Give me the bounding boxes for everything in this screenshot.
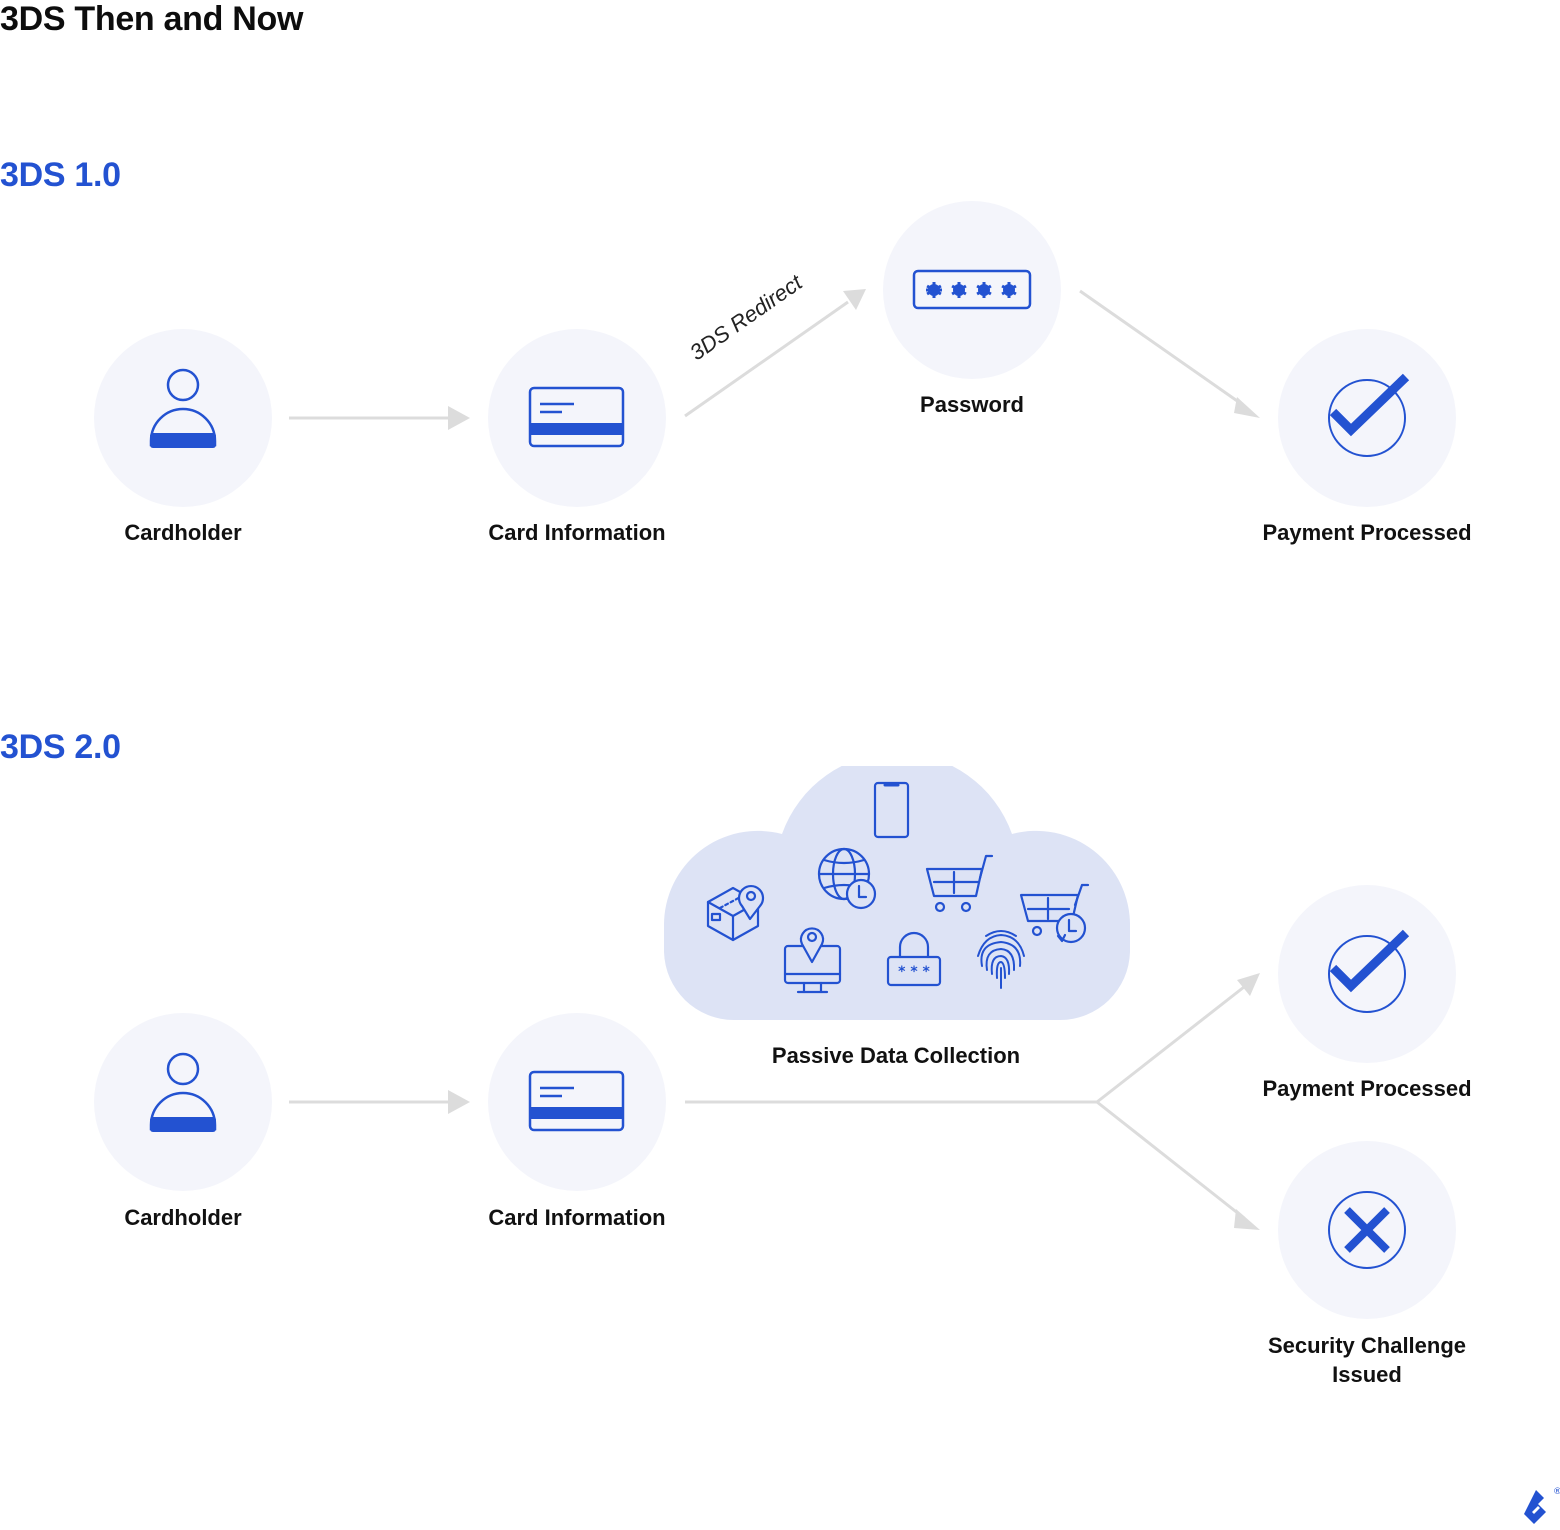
label-cardholder-v2: Cardholder [124, 1205, 242, 1230]
label-security-challenge: Security Challenge Issued [1217, 1331, 1517, 1389]
x-circle-icon [1328, 1191, 1406, 1269]
registered-mark: ® [1553, 1487, 1560, 1497]
node-security-challenge [1278, 1141, 1456, 1319]
label-payment-v2: Payment Processed [1262, 1076, 1472, 1101]
node-payment-v2 [1278, 885, 1456, 1063]
node-card-info-v1 [488, 329, 666, 507]
node-cardholder-v2 [94, 1013, 272, 1191]
person-icon [149, 368, 217, 448]
node-payment-v1 [1278, 329, 1456, 507]
check-circle-icon [1328, 929, 1410, 1013]
node-password [883, 201, 1061, 379]
label-line-1: Security Challenge [1267, 1333, 1467, 1358]
password-field-icon [912, 269, 1032, 310]
label-passive-data-collection: Passive Data Collection [771, 1043, 1021, 1068]
label-card-info-v1: Card Information [488, 520, 666, 545]
person-icon [149, 1052, 217, 1132]
node-card-info-v2 [488, 1013, 666, 1191]
node-cardholder-v1 [94, 329, 272, 507]
label-password: Password [920, 392, 1024, 417]
credit-card-icon [528, 386, 625, 448]
section-heading-3ds-1: 3DS 1.0 [0, 156, 121, 194]
label-card-info-v2: Card Information [488, 1205, 666, 1230]
toptal-logo-icon: ® [1524, 1487, 1560, 1524]
label-line-2: Issued [1332, 1362, 1402, 1387]
section-heading-3ds-2: 3DS 2.0 [0, 728, 121, 766]
edge-cardholder-to-card-info-v1 [289, 406, 470, 430]
edge-label-3ds-redirect: 3DS Redirect [685, 269, 807, 366]
label-payment-v1: Payment Processed [1262, 520, 1472, 545]
credit-card-icon [528, 1070, 625, 1132]
edge-cardholder-to-card-info-v2 [289, 1090, 470, 1114]
cloud-icon: * * * [664, 766, 1130, 1020]
page-title: 3DS Then and Now [0, 0, 304, 38]
asterisk-icons [926, 282, 1017, 298]
svg-text:* * *: * * * [898, 964, 930, 980]
check-circle-icon [1328, 373, 1410, 457]
label-cardholder-v1: Cardholder [124, 520, 242, 545]
